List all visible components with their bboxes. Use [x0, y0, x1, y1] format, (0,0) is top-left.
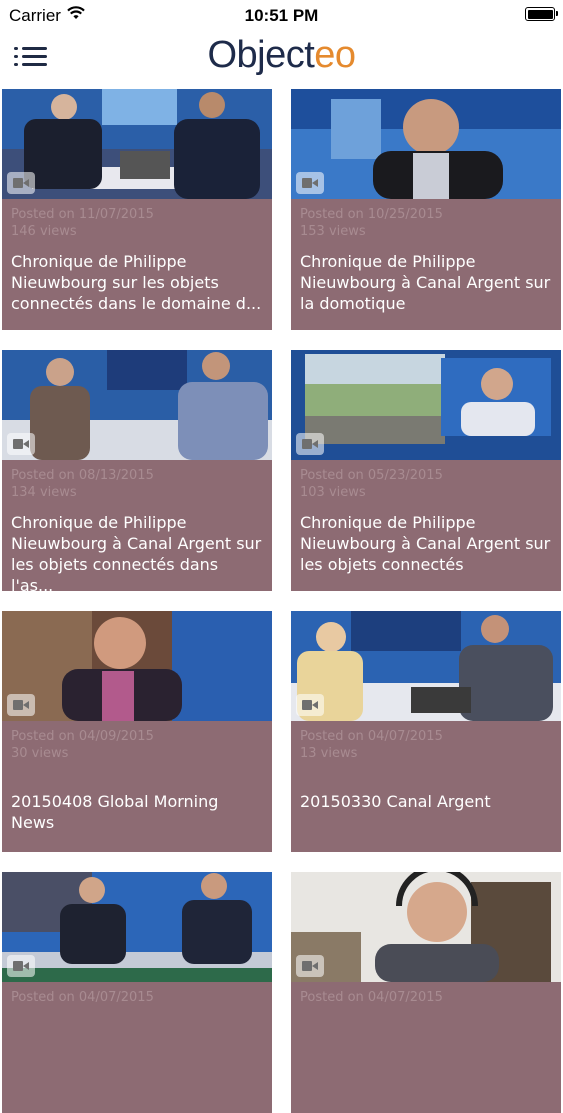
video-meta: Posted on 04/07/2015 13 views — [300, 728, 443, 762]
video-thumbnail[interactable] — [291, 611, 561, 721]
video-camera-icon — [7, 433, 35, 455]
video-meta: Posted on 08/13/2015 134 views — [11, 467, 154, 501]
posted-date: Posted on 04/07/2015 — [11, 990, 154, 1005]
view-count: 30 views — [11, 746, 69, 761]
video-card[interactable]: Posted on 10/25/2015 153 views Chronique… — [291, 89, 561, 330]
video-camera-icon — [7, 694, 35, 716]
video-meta: Posted on 10/25/2015 153 views — [300, 206, 443, 240]
video-title[interactable]: 20150330 Canal Argent — [300, 791, 553, 812]
video-card[interactable]: Posted on 04/09/2015 30 views 20150408 G… — [2, 611, 272, 852]
video-card[interactable]: Posted on 04/07/2015 — [2, 872, 272, 1113]
status-bar: Carrier 10:51 PM — [0, 0, 563, 30]
video-title[interactable]: 20150408 Global Morning News — [11, 791, 264, 833]
video-title[interactable]: Chronique de Philippe Nieuwbourg à Canal… — [300, 512, 553, 575]
view-count: 134 views — [11, 485, 77, 500]
posted-date: Posted on 08/13/2015 — [11, 468, 154, 483]
nav-bar: Objecteo — [0, 30, 563, 85]
video-thumbnail[interactable] — [2, 350, 272, 460]
status-time: 10:51 PM — [244, 6, 319, 25]
video-camera-icon — [296, 433, 324, 455]
battery-icon — [525, 7, 558, 21]
posted-date: Posted on 04/07/2015 — [300, 729, 443, 744]
video-thumbnail[interactable] — [291, 872, 561, 982]
video-thumbnail[interactable] — [2, 611, 272, 721]
video-title[interactable]: Chronique de Philippe Nieuwbourg sur les… — [11, 251, 264, 314]
video-camera-icon — [296, 694, 324, 716]
view-count: 153 views — [300, 224, 366, 239]
video-camera-icon — [296, 172, 324, 194]
video-card[interactable]: Posted on 04/07/2015 13 views 20150330 C… — [291, 611, 561, 852]
video-camera-icon — [296, 955, 324, 977]
view-count: 146 views — [11, 224, 77, 239]
app-logo: Objecteo — [0, 34, 563, 77]
video-card[interactable]: Posted on 05/23/2015 103 views Chronique… — [291, 350, 561, 591]
video-card[interactable]: Posted on 04/07/2015 — [291, 872, 561, 1113]
view-count: 13 views — [300, 746, 358, 761]
video-camera-icon — [7, 955, 35, 977]
posted-date: Posted on 10/25/2015 — [300, 207, 443, 222]
video-meta: Posted on 05/23/2015 103 views — [300, 467, 443, 501]
logo-accent-text: eo — [314, 34, 356, 76]
video-meta: Posted on 04/07/2015 — [11, 989, 154, 1006]
video-thumbnail[interactable] — [291, 89, 561, 199]
posted-date: Posted on 11/07/2015 — [11, 207, 154, 222]
video-title[interactable]: Chronique de Philippe Nieuwbourg à Canal… — [11, 512, 264, 591]
posted-date: Posted on 05/23/2015 — [300, 468, 443, 483]
logo-main-text: Object — [207, 34, 315, 76]
view-count: 103 views — [300, 485, 366, 500]
posted-date: Posted on 04/07/2015 — [300, 990, 443, 1005]
video-thumbnail[interactable] — [291, 350, 561, 460]
video-thumbnail[interactable] — [2, 872, 272, 982]
video-meta: Posted on 04/09/2015 30 views — [11, 728, 154, 762]
video-meta: Posted on 04/07/2015 — [300, 989, 443, 1006]
posted-date: Posted on 04/09/2015 — [11, 729, 154, 744]
video-thumbnail[interactable] — [2, 89, 272, 199]
video-card[interactable]: Posted on 11/07/2015 146 views Chronique… — [2, 89, 272, 330]
video-meta: Posted on 11/07/2015 146 views — [11, 206, 154, 240]
video-title[interactable]: Chronique de Philippe Nieuwbourg à Canal… — [300, 251, 553, 314]
video-card[interactable]: Posted on 08/13/2015 134 views Chronique… — [2, 350, 272, 591]
video-camera-icon — [7, 172, 35, 194]
